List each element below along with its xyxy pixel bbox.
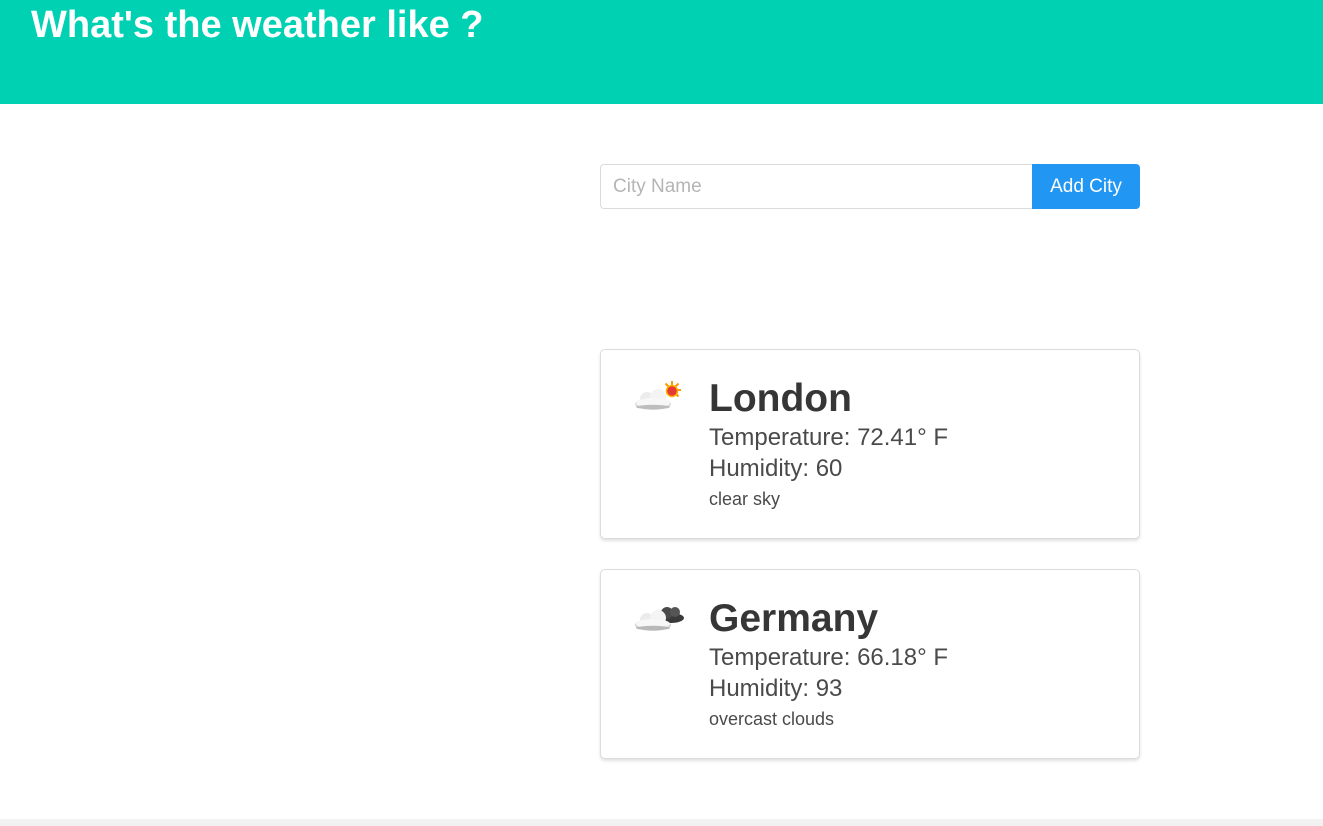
partly-sunny-icon (635, 381, 681, 410)
humidity-text: Humidity: 93 (709, 675, 843, 702)
weather-card-germany: Germany Temperature: 66.18° F Humidity: … (600, 569, 1140, 759)
weather-description: clear sky (709, 489, 781, 509)
overcast-clouds-icon (635, 607, 684, 631)
page-title: What's the weather like ? (31, 4, 484, 46)
weather-description: overcast clouds (709, 709, 835, 729)
page-header: What's the weather like ? (0, 0, 1323, 104)
add-city-button[interactable]: Add City (1032, 164, 1140, 209)
city-name: Germany (709, 597, 879, 640)
weather-card-body: London Temperature: 72.41° F Humidity: 6… (709, 376, 948, 513)
temperature-text: Temperature: 72.41° F (709, 424, 949, 451)
page-footer (0, 819, 1323, 826)
city-name: London (709, 377, 852, 420)
add-city-form: Add City (600, 164, 1140, 209)
humidity-text: Humidity: 60 (709, 455, 843, 482)
weather-card-body: Germany Temperature: 66.18° F Humidity: … (709, 596, 948, 733)
weather-card-london: London Temperature: 72.41° F Humidity: 6… (600, 349, 1140, 539)
temperature-text: Temperature: 66.18° F (709, 644, 949, 671)
city-name-input[interactable] (600, 164, 1032, 209)
